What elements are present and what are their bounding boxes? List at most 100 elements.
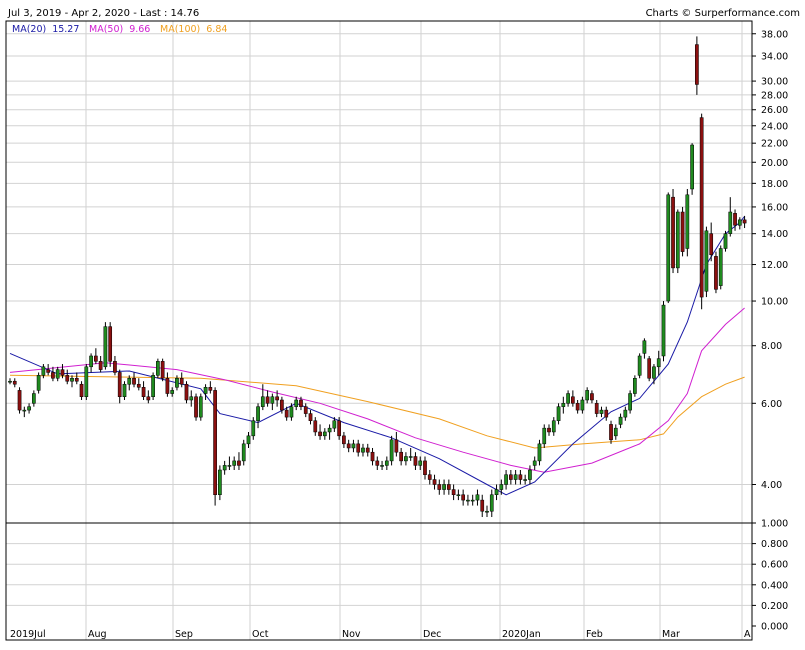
candle-body (609, 424, 613, 441)
candle-body (499, 484, 504, 490)
candle-body (356, 443, 361, 453)
candle-body (485, 510, 489, 513)
candle-body (384, 460, 389, 466)
x-tick-label: Dec (423, 629, 441, 640)
candle-body (714, 256, 718, 290)
candle-body (723, 233, 728, 249)
candle-body (661, 304, 666, 357)
x-tick-label: Oct (252, 629, 269, 640)
y-tick-label: 18.00 (761, 179, 788, 190)
legend-ma100: MA(100) 6.84 (160, 24, 227, 35)
candle-body (456, 494, 461, 497)
candle-body (613, 427, 618, 437)
candle-body (599, 409, 604, 414)
candle (690, 143, 694, 195)
candle (628, 390, 632, 414)
candle-body (313, 420, 318, 433)
legend-ma20-value: 15.27 (52, 24, 79, 35)
candle-body (117, 372, 122, 397)
candle-body (451, 489, 456, 496)
candle (633, 375, 637, 397)
candle (213, 387, 217, 506)
x-tick-label: A (744, 629, 751, 640)
chart-credit: Charts © Surperformance.com (646, 8, 800, 19)
candle-body (146, 396, 151, 401)
candle-body (389, 439, 394, 462)
candle-body (237, 460, 241, 466)
candle (151, 372, 155, 400)
candle-body (580, 399, 585, 411)
legend-ma50-name: MA(50) (89, 24, 123, 35)
candle (637, 353, 642, 379)
legend-ma50: MA(50) 9.66 (89, 24, 150, 35)
candle-body (265, 396, 270, 404)
candle-body (742, 219, 747, 224)
candle (184, 381, 189, 404)
candle-body (136, 383, 141, 388)
candle (156, 358, 160, 379)
candle-body (380, 465, 384, 467)
candle-body (728, 211, 733, 234)
candle-body (413, 456, 418, 466)
candle-body (332, 420, 337, 429)
candle-body (165, 377, 170, 394)
y-tick-label: 12.00 (761, 260, 788, 271)
candle-body (46, 369, 51, 373)
candle-body (151, 375, 155, 397)
candle-body (671, 196, 675, 269)
candle-body (494, 489, 499, 496)
candle-body (604, 409, 609, 418)
candle-body (709, 233, 714, 256)
x-tick-label: Aug (88, 629, 107, 640)
candle-body (370, 451, 375, 462)
candle-body (551, 420, 556, 433)
y-tick-label: 22.00 (761, 139, 788, 150)
candle-body (213, 390, 217, 496)
candle (36, 372, 41, 394)
candle-body (22, 409, 27, 412)
candle-body (79, 383, 84, 397)
candle-body (122, 383, 127, 397)
candle-body (418, 460, 423, 466)
candle-body (685, 194, 690, 249)
candle-body (289, 406, 294, 418)
candle-body (218, 469, 222, 496)
candle (714, 251, 718, 294)
candle-body (466, 499, 470, 502)
candle-body (575, 403, 580, 411)
candle-body (718, 248, 723, 286)
candle (160, 358, 165, 382)
candle-body (108, 326, 113, 362)
candle-body (241, 443, 246, 462)
candle (661, 301, 666, 362)
candle-body (322, 431, 327, 437)
y-tick-label: 6.00 (761, 399, 782, 410)
legend-ma20: MA(20) 15.27 (12, 24, 79, 35)
candle-body (623, 409, 628, 418)
candle-body (170, 390, 175, 394)
candle-body (251, 420, 256, 437)
legend-ma100-value: 6.84 (206, 24, 227, 35)
candle-body (160, 361, 165, 379)
candle-body (399, 451, 403, 462)
legend-ma100-name: MA(100) (160, 24, 200, 35)
candle-body (442, 484, 446, 490)
candle-body (17, 390, 22, 411)
candle-body (628, 393, 632, 411)
candle (194, 393, 198, 421)
candle-body (299, 399, 303, 407)
candle-body (270, 396, 275, 404)
candle-body (351, 443, 356, 449)
candle (218, 465, 222, 501)
candle-body (337, 420, 341, 437)
candle-body (561, 403, 566, 407)
candle-body (222, 465, 227, 471)
date-range-label: Jul 3, 2019 - Apr 2, 2020 - Last : 14.76 (7, 8, 199, 19)
y-tick-label: 16.00 (761, 202, 788, 213)
candle-body (695, 44, 699, 85)
y-tick-label: 38.00 (761, 29, 788, 40)
candle-body (179, 377, 184, 385)
candle-body (70, 377, 74, 382)
candle-body (656, 358, 661, 368)
candle-body (446, 484, 451, 490)
